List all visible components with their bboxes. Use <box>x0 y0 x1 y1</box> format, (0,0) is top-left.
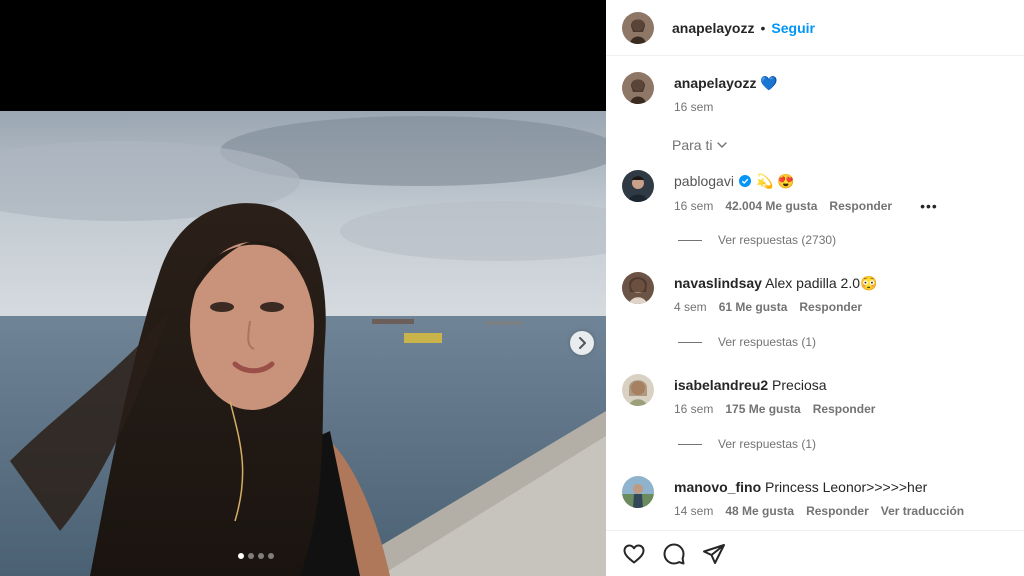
post-media <box>0 0 606 576</box>
carousel-next-button[interactable] <box>570 331 594 355</box>
author-username[interactable]: anapelayozz <box>672 20 754 36</box>
sort-label: Para ti <box>672 137 713 153</box>
caption-avatar[interactable] <box>622 72 654 104</box>
comment-time[interactable]: 14 sem <box>674 504 713 518</box>
comment-text: Preciosa <box>772 377 827 393</box>
comment-item: isabelandreu2 Preciosa 16 sem 175 Me gus… <box>622 374 1012 416</box>
comment-username[interactable]: pablogavi <box>674 172 734 190</box>
comment-likes[interactable]: 42.004 Me gusta <box>725 199 817 213</box>
view-replies-button[interactable]: Ver respuestas (2730) <box>678 233 836 247</box>
comment-likes[interactable]: 48 Me gusta <box>725 504 794 518</box>
view-replies-label: Ver respuestas (1) <box>718 335 817 349</box>
chevron-down-icon <box>717 142 728 148</box>
post-caption: anapelayozz 💙 16 sem <box>622 72 1012 114</box>
caption-username[interactable]: anapelayozz <box>674 75 756 91</box>
caption-text: 💙 <box>760 75 778 91</box>
post-actions-bar <box>606 530 1024 576</box>
carousel-dot <box>238 553 244 559</box>
comment-text: Princess Leonor>>>>>her <box>765 479 928 495</box>
replies-dash <box>678 341 702 343</box>
verified-badge-icon <box>738 175 751 187</box>
comment-item: navaslindsay Alex padilla 2.0😳 4 sem 61 … <box>622 272 1012 314</box>
view-replies-button[interactable]: Ver respuestas (1) <box>678 335 816 349</box>
caption-time[interactable]: 16 sem <box>674 100 713 114</box>
reply-button[interactable]: Responder <box>806 504 869 518</box>
follow-button[interactable]: Seguir <box>771 20 815 36</box>
post-header: anapelayozz • Seguir <box>606 0 1024 56</box>
translate-button[interactable]: Ver traducción <box>881 504 964 518</box>
comment-time[interactable]: 16 sem <box>674 402 713 416</box>
carousel-indicator <box>238 553 274 559</box>
comment-text: Alex padilla 2.0😳 <box>765 275 878 291</box>
replies-dash <box>678 443 702 445</box>
commenter-avatar[interactable] <box>622 272 654 304</box>
comment-likes[interactable]: 175 Me gusta <box>725 402 800 416</box>
carousel-dot <box>258 553 264 559</box>
comment-sort-dropdown[interactable]: Para ti <box>672 137 728 153</box>
comment-username[interactable]: manovo_fino <box>674 479 761 495</box>
view-replies-button[interactable]: Ver respuestas (1) <box>678 437 816 451</box>
comment-icon[interactable] <box>662 542 686 566</box>
comment-item: manovo_fino Princess Leonor>>>>>her 14 s… <box>622 476 1012 518</box>
reply-button[interactable]: Responder <box>799 300 862 314</box>
comment-item: pablogavi 💫 😍 16 sem 42.004 Me gusta Res… <box>622 170 1012 214</box>
post-photo[interactable] <box>0 111 606 576</box>
commenter-avatar[interactable] <box>622 374 654 406</box>
header-separator: • <box>760 19 766 36</box>
comment-likes[interactable]: 61 Me gusta <box>719 300 788 314</box>
comment-time[interactable]: 16 sem <box>674 199 713 213</box>
view-replies-label: Ver respuestas (2730) <box>718 233 837 247</box>
chevron-right-icon <box>579 337 586 349</box>
comment-username[interactable]: isabelandreu2 <box>674 377 768 393</box>
reply-button[interactable]: Responder <box>813 402 876 416</box>
commenter-avatar[interactable] <box>622 170 654 202</box>
comment-username[interactable]: navaslindsay <box>674 275 762 291</box>
commenter-avatar[interactable] <box>622 476 654 508</box>
replies-dash <box>678 239 702 241</box>
reply-button[interactable]: Responder <box>829 199 892 213</box>
comment-time[interactable]: 4 sem <box>674 300 707 314</box>
carousel-dot <box>268 553 274 559</box>
post-side-panel: anapelayozz • Seguir anapelayozz 💙 16 se… <box>606 0 1024 576</box>
share-icon[interactable] <box>702 542 726 566</box>
more-options-button[interactable]: ••• <box>920 198 938 214</box>
author-avatar[interactable] <box>622 11 654 44</box>
heart-icon[interactable] <box>622 542 646 566</box>
view-replies-label: Ver respuestas (1) <box>718 437 817 451</box>
carousel-dot <box>248 553 254 559</box>
comment-text: 💫 😍 <box>755 173 795 189</box>
